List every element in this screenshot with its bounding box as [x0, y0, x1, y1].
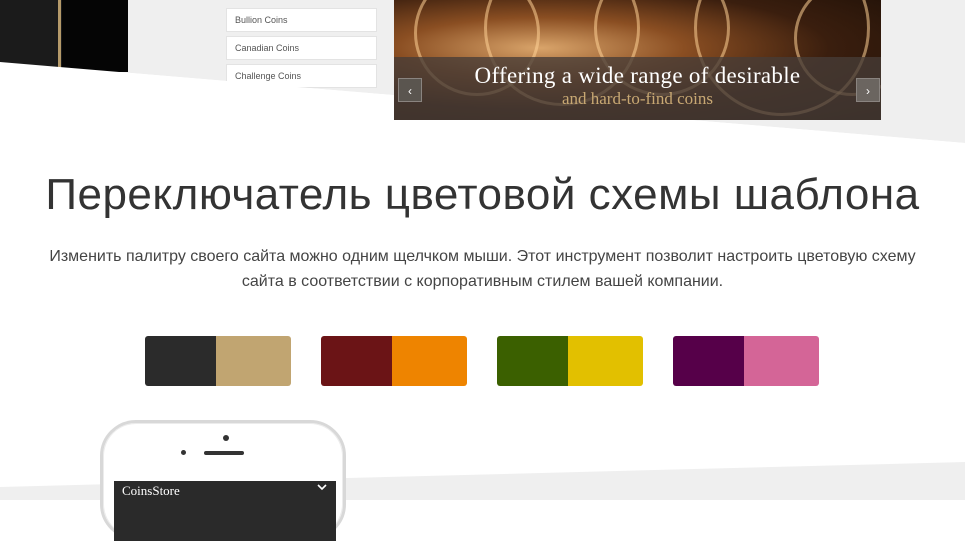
hero-slider: Offering a wide range of desirable and h…: [394, 0, 881, 120]
phone-camera: [223, 435, 229, 441]
slider-prev-icon[interactable]: ‹: [398, 78, 422, 102]
section-description: Изменить палитру своего сайта можно одни…: [49, 248, 916, 290]
slider-caption-subtitle: and hard-to-find coins: [561, 89, 714, 108]
product-image-fragment: [0, 0, 128, 72]
color-scheme-3[interactable]: [497, 336, 643, 386]
section-title: Переключатель цветовой схемы шаблона: [45, 170, 920, 219]
phone-mockup: CoinsStore: [100, 420, 346, 541]
chevron-down-icon[interactable]: [316, 481, 328, 496]
color-scheme-4[interactable]: [673, 336, 819, 386]
slider-next-icon[interactable]: ›: [856, 78, 880, 102]
color-scheme-1[interactable]: [145, 336, 291, 386]
phone-screen: CoinsStore: [114, 481, 336, 541]
phone-sensor: [181, 450, 186, 455]
category-item-canadian[interactable]: Canadian Coins: [226, 36, 377, 60]
category-item-bullion[interactable]: Bullion Coins: [226, 8, 377, 32]
slider-caption-title: Offering a wide range of desirable: [474, 63, 801, 88]
phone-speaker: [204, 451, 244, 455]
category-list: Bullion Coins Canadian Coins Challenge C…: [226, 8, 377, 92]
color-scheme-2[interactable]: [321, 336, 467, 386]
phone-store-name: CoinsStore: [122, 483, 180, 498]
